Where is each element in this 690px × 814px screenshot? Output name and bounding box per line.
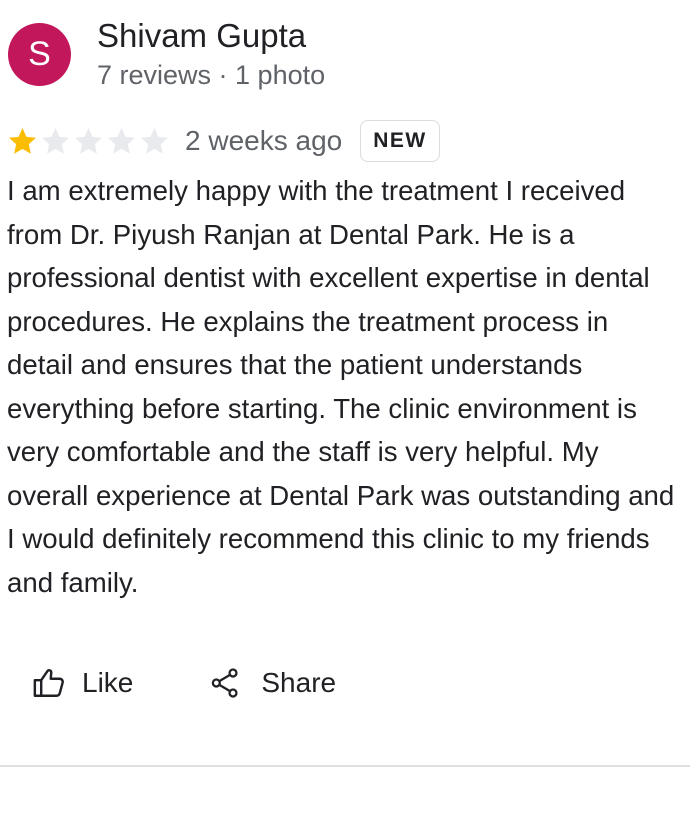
divider	[0, 765, 690, 767]
author-meta: 7 reviews · 1 photo	[97, 60, 326, 90]
like-button[interactable]: Like	[32, 666, 133, 700]
star-empty-icon	[42, 127, 69, 154]
star-rating	[6, 125, 171, 158]
star-filled-icon	[9, 127, 36, 154]
share-icon	[209, 667, 241, 699]
review-text: I am extremely happy with the treatment …	[7, 175, 675, 598]
star-empty-icon	[108, 127, 135, 154]
review-card: S Shivam Gupta 7 reviews · 1 photo 2 wee…	[0, 0, 690, 814]
avatar[interactable]: S	[8, 23, 71, 86]
share-label: Share	[261, 667, 337, 698]
like-label: Like	[82, 667, 134, 698]
rating-row: 2 weeks ago NEW	[6, 118, 440, 164]
star-empty-icon	[141, 127, 168, 154]
author-name[interactable]: Shivam Gupta	[97, 18, 325, 54]
review-time: 2 weeks ago	[185, 125, 343, 156]
star-empty-icon	[75, 127, 102, 154]
share-button[interactable]: Share	[209, 667, 336, 699]
review-header: S Shivam Gupta 7 reviews · 1 photo	[8, 18, 325, 92]
new-badge: NEW	[360, 120, 440, 162]
author-info: Shivam Gupta 7 reviews · 1 photo	[97, 18, 325, 92]
thumbs-up-icon	[32, 666, 66, 700]
review-actions: Like Share	[32, 660, 336, 706]
